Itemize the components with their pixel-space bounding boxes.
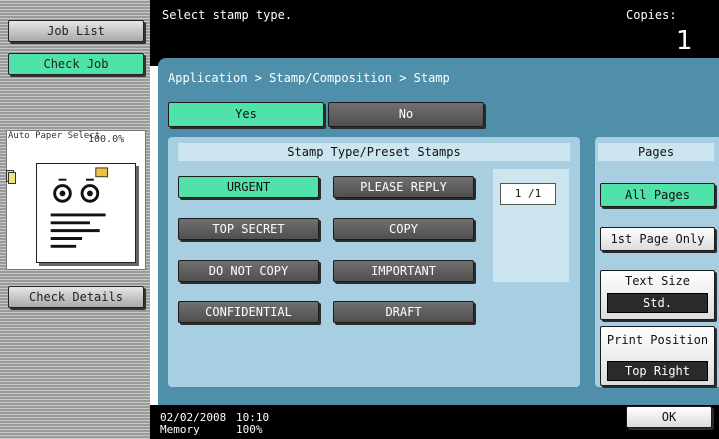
original-document-icon (6, 170, 16, 184)
page-indicator: 1 /1 (500, 183, 556, 205)
print-position-value: Top Right (607, 361, 708, 381)
instruction-message: Select stamp type. (162, 8, 293, 22)
status-time: 10:10 (236, 411, 270, 424)
print-position-button[interactable]: Print Position Top Right (600, 326, 715, 386)
text-size-value: Std. (607, 293, 708, 313)
stamp-do-not-copy-button[interactable]: DO NOT COPY (178, 260, 319, 282)
stamp-draft-button[interactable]: DRAFT (333, 301, 474, 323)
all-pages-button[interactable]: All Pages (600, 183, 715, 207)
first-page-only-button[interactable]: 1st Page Only (600, 227, 715, 251)
zoom-ratio: 100.0% (88, 134, 125, 145)
no-button[interactable]: No (328, 102, 484, 127)
stamp-important-button[interactable]: IMPORTANT (333, 260, 474, 282)
memory-value: 100% (236, 423, 263, 436)
ok-button[interactable]: OK (626, 406, 712, 428)
status-date: 02/02/2008 (160, 411, 227, 424)
stamp-top-secret-button[interactable]: TOP SECRET (178, 218, 319, 240)
copies-label: Copies: (626, 8, 677, 22)
job-list-button[interactable]: Job List (8, 20, 144, 42)
copies-value: 1 (676, 26, 693, 56)
yes-button[interactable]: Yes (168, 102, 324, 127)
check-job-button[interactable]: Check Job (8, 53, 144, 75)
print-position-label: Print Position (606, 333, 709, 347)
stamp-type-header: Stamp Type/Preset Stamps (178, 143, 570, 161)
stamp-urgent-button[interactable]: URGENT (178, 176, 319, 198)
stamp-preview-icon (36, 163, 136, 263)
check-details-button[interactable]: Check Details (8, 286, 144, 308)
pages-header: Pages (598, 143, 714, 161)
text-size-label: Text Size (624, 274, 691, 288)
stamp-please-reply-button[interactable]: PLEASE REPLY (333, 176, 474, 198)
text-size-button[interactable]: Text Size Std. (600, 270, 715, 320)
memory-label: Memory (160, 423, 200, 436)
breadcrumb: Application > Stamp/Composition > Stamp (168, 71, 450, 85)
stamp-confidential-button[interactable]: CONFIDENTIAL (178, 301, 319, 323)
stamp-copy-button[interactable]: COPY (333, 218, 474, 240)
